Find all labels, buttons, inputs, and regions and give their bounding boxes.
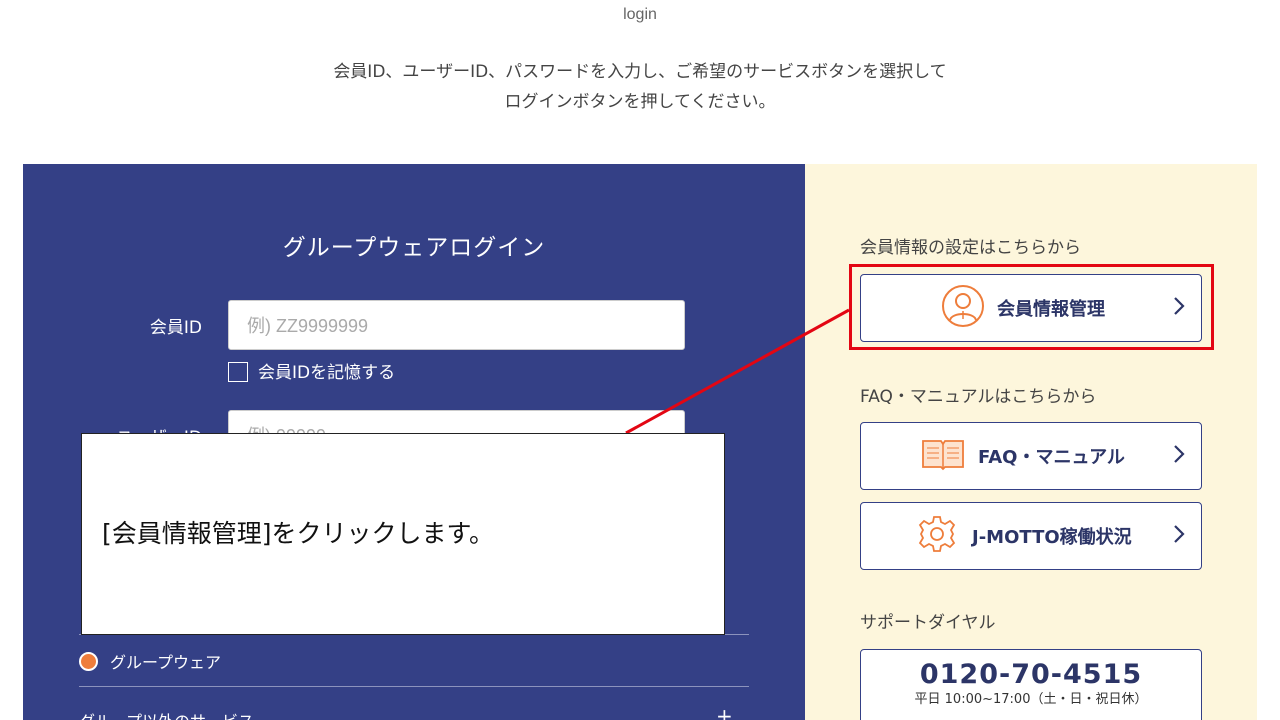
instruction-text: 会員ID、ユーザーID、パスワードを入力し、ご希望のサービスボタンを選択して ロ…	[0, 57, 1280, 117]
callout-box: [会員情報管理]をクリックします。	[81, 433, 725, 635]
member-id-label: 会員ID	[149, 318, 202, 338]
faq-manual-button-label: FAQ・マニュアル	[978, 447, 1125, 468]
chevron-right-icon	[1173, 524, 1185, 548]
faq-manual-button[interactable]: FAQ・マニュアル	[860, 422, 1202, 490]
callout-text: [会員情報管理]をクリックします。	[102, 519, 495, 548]
highlight-box	[849, 264, 1214, 350]
chevron-right-icon	[1173, 444, 1185, 468]
instruction-line-2: ログインボタンを押してください。	[504, 92, 776, 112]
faq-section-label: FAQ・マニュアルはこちらから	[860, 387, 1097, 407]
gear-icon	[917, 514, 957, 558]
groupware-radio-label: グループウェア	[110, 653, 222, 672]
page-title: login	[623, 6, 657, 23]
groupware-radio[interactable]	[79, 652, 98, 671]
support-phone-number[interactable]: 0120-70-4515	[861, 659, 1201, 690]
plus-icon[interactable]: +	[716, 704, 733, 720]
member-id-input[interactable]: 例) ZZ9999999	[228, 300, 685, 350]
book-icon	[921, 437, 965, 475]
other-service-item[interactable]: グループ以外のサービス	[79, 708, 254, 720]
remember-member-id-checkbox[interactable]	[228, 362, 248, 382]
support-hours: 平日 10:00~17:00（土・日・祝日休）	[914, 692, 1148, 707]
instruction-line-1: 会員ID、ユーザーID、パスワードを入力し、ご希望のサービスボタンを選択して	[333, 62, 947, 82]
login-panel-title: グループウェアログイン	[282, 235, 546, 261]
support-dial-box: 0120-70-4515 平日 10:00~17:00（土・日・祝日休）	[860, 649, 1202, 720]
jmotto-status-button[interactable]: J-MOTTO稼働状況	[860, 502, 1202, 570]
divider	[79, 686, 749, 687]
remember-member-id-label: 会員IDを記憶する	[258, 363, 396, 383]
support-dial-label: サポートダイヤル	[860, 613, 996, 633]
member-settings-label: 会員情報の設定はこちらから	[860, 238, 1081, 258]
jmotto-status-button-label: J-MOTTO稼働状況	[972, 527, 1132, 548]
